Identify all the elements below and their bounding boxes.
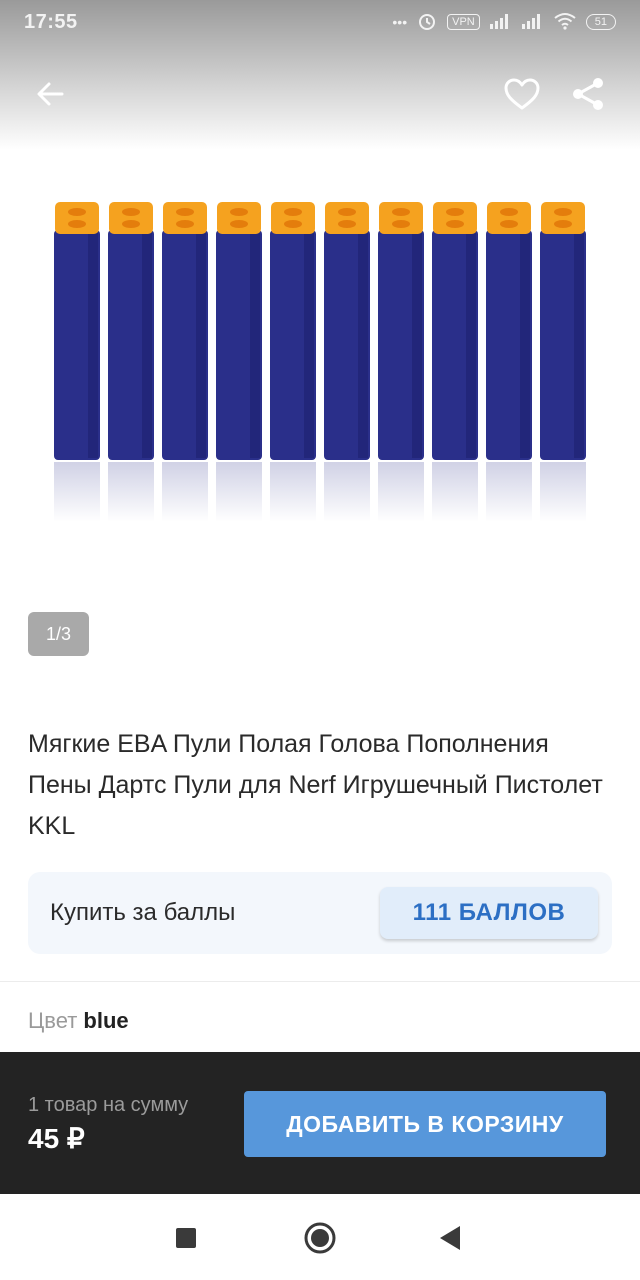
cart-bar: 1 товар на сумму 45 ₽ ДОБАВИТЬ В КОРЗИНУ xyxy=(0,1052,640,1194)
foam-dart xyxy=(378,202,424,522)
recents-square-icon xyxy=(176,1228,196,1248)
foam-dart xyxy=(540,202,586,522)
toolbar xyxy=(0,56,640,132)
back-arrow-icon xyxy=(37,82,64,106)
share-button[interactable] xyxy=(564,70,612,118)
points-button[interactable]: 111 БАЛЛОВ xyxy=(380,887,598,939)
foam-dart xyxy=(216,202,262,522)
add-to-cart-button[interactable]: ДОБАВИТЬ В КОРЗИНУ xyxy=(244,1091,606,1157)
status-bar: 17:55 ••• VPN 51 xyxy=(0,0,640,44)
buy-with-points-label: Купить за баллы xyxy=(50,899,236,926)
alarm-icon xyxy=(417,11,437,34)
color-value: blue xyxy=(83,1008,129,1033)
product-title: Мягкие EBA Пули Полая Голова Пополнения … xyxy=(28,730,603,840)
back-button[interactable] xyxy=(26,70,74,118)
foam-dart xyxy=(486,202,532,522)
foam-dart xyxy=(162,202,208,522)
home-button[interactable] xyxy=(298,1216,342,1260)
signal-icon xyxy=(521,13,544,32)
foam-dart xyxy=(54,202,100,522)
foam-dart xyxy=(432,202,478,522)
darts-illustration xyxy=(54,202,586,522)
foam-dart xyxy=(270,202,316,522)
nav-back-button[interactable] xyxy=(428,1216,472,1260)
buy-with-points-panel: Купить за баллы 111 БАЛЛОВ xyxy=(28,872,612,954)
home-circle-icon xyxy=(304,1222,336,1254)
wifi-icon xyxy=(554,12,576,33)
color-label: Цвет xyxy=(28,1008,78,1033)
cart-summary-value: 45 ₽ xyxy=(28,1123,85,1154)
status-icons: ••• VPN 51 xyxy=(392,11,616,34)
foam-dart xyxy=(108,202,154,522)
system-nav-bar xyxy=(0,1194,640,1280)
more-dots-icon: ••• xyxy=(392,14,408,30)
color-row[interactable]: Цвет blue xyxy=(28,1008,129,1034)
product-image[interactable] xyxy=(0,150,640,590)
back-triangle-icon xyxy=(440,1226,460,1250)
gallery-counter: 1/3 xyxy=(28,612,89,656)
recents-button[interactable] xyxy=(164,1216,208,1260)
signal-icon xyxy=(489,13,512,32)
status-time: 17:55 xyxy=(24,10,78,33)
foam-dart xyxy=(324,202,370,522)
cart-summary-label: 1 товар на сумму xyxy=(28,1094,189,1116)
favorite-button[interactable] xyxy=(498,70,546,118)
battery-icon: 51 xyxy=(585,14,616,30)
share-icon xyxy=(573,78,603,110)
vpn-icon: VPN xyxy=(447,14,480,30)
heart-icon xyxy=(504,78,540,110)
divider xyxy=(0,981,640,982)
